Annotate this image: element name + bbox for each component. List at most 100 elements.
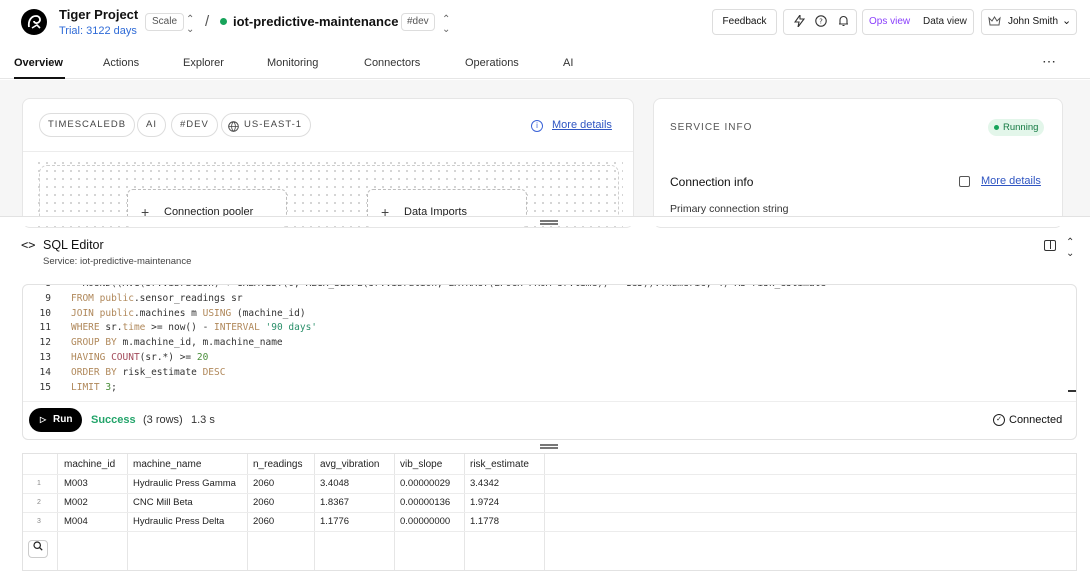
top-header: Tiger Project Trial: 3122 days Scale ⌃ ⌄ … — [0, 0, 1090, 44]
table-cell[interactable]: 1.1778 — [470, 516, 499, 527]
service-switcher-icon[interactable]: ⌃ ⌄ — [442, 15, 450, 35]
grip-icon — [540, 223, 558, 225]
editor-scrollbar[interactable] — [1068, 390, 1076, 392]
plan-badge: Scale — [145, 13, 185, 31]
help-icon[interactable]: ? — [815, 15, 827, 30]
row-divider — [23, 512, 1076, 513]
table-cell[interactable]: 3.4342 — [470, 478, 499, 489]
connection-more-details-link[interactable]: More details — [981, 175, 1041, 187]
table-cell[interactable]: 0.00000136 — [400, 497, 450, 508]
table-cell[interactable]: M003 — [64, 478, 88, 489]
code-text: ROUND((AVG(sr.vibration) + GREATEST(0, R… — [71, 285, 826, 289]
tab-ai[interactable]: AI — [563, 57, 573, 69]
tiger-logo-icon[interactable] — [21, 9, 47, 35]
tab-monitoring[interactable]: Monitoring — [267, 57, 318, 69]
column-header-machine-name[interactable]: machine_name — [133, 459, 201, 470]
code-text: WHERE sr.time >= now() - INTERVAL '90 da… — [71, 322, 318, 334]
panel-layout-icon[interactable] — [1044, 240, 1056, 251]
project-switcher-icon[interactable]: ⌃ ⌄ — [186, 15, 194, 35]
sql-editor[interactable]: 8 ROUND((AVG(sr.vibration) + GREATEST(0,… — [22, 284, 1077, 440]
tab-operations[interactable]: Operations — [465, 57, 519, 69]
sql-editor-service: Service: iot-predictive-maintenance — [43, 256, 192, 267]
search-icon[interactable] — [28, 540, 48, 558]
service-status-dot-icon — [220, 18, 227, 25]
more-details-link[interactable]: More details — [552, 119, 612, 131]
table-cell[interactable]: 3.4048 — [320, 478, 349, 489]
crown-icon — [988, 15, 1001, 30]
table-cell[interactable]: 0.00000000 — [400, 516, 450, 527]
more-menu-icon[interactable]: ⋯ — [1042, 53, 1056, 70]
trial-days: Trial: 3122 days — [59, 25, 137, 37]
row-count: (3 rows) — [143, 414, 183, 426]
grip-icon — [540, 447, 558, 449]
line-number: 9 — [45, 292, 51, 304]
column-header-n-readings[interactable]: n_readings — [253, 459, 302, 470]
grip-icon — [540, 444, 558, 446]
column-header-risk-estimate[interactable]: risk_estimate — [470, 459, 529, 470]
bell-icon[interactable] — [838, 15, 849, 30]
connection-info-title: Connection info — [670, 175, 754, 189]
data-view-tab[interactable]: Data view — [923, 16, 967, 27]
project-name[interactable]: Tiger Project — [59, 7, 138, 22]
code-text: HAVING COUNT(sr.*) >= 20 — [71, 352, 209, 363]
tag-region-label: US-EAST-1 — [244, 119, 303, 130]
user-menu-button[interactable]: John Smith ⌄ — [981, 9, 1077, 35]
card-divider — [23, 151, 633, 152]
lightning-icon[interactable] — [793, 13, 806, 30]
primary-connection-label: Primary connection string — [670, 203, 789, 215]
row-divider — [23, 493, 1076, 494]
play-icon: ▷ — [40, 415, 47, 424]
service-name[interactable]: iot-predictive-maintenance — [233, 14, 398, 29]
table-cell[interactable]: Hydraulic Press Gamma — [133, 478, 236, 489]
env-badge: #dev — [401, 13, 435, 31]
table-cell[interactable]: CNC Mill Beta — [133, 497, 193, 508]
line-number: 10 — [39, 307, 51, 319]
run-button[interactable]: ▷ Run — [29, 408, 82, 432]
user-name: John Smith — [1008, 16, 1059, 27]
row-divider — [23, 474, 1076, 475]
table-cell[interactable]: Hydraulic Press Delta — [133, 516, 224, 527]
view-toggle: Ops view Data view — [862, 9, 974, 35]
row-number: 2 — [37, 499, 41, 506]
tag-ai: AI — [137, 113, 166, 137]
check-circle-icon: ✓ — [993, 414, 1005, 426]
code-text: FROM public.sensor_readings sr — [71, 292, 243, 304]
results-table: machine_id machine_name n_readings avg_v… — [22, 453, 1077, 571]
table-cell[interactable]: 0.00000029 — [400, 478, 450, 489]
sql-editor-title: SQL Editor — [43, 238, 104, 252]
table-cell[interactable]: M002 — [64, 497, 88, 508]
query-status: Success — [91, 414, 136, 426]
grip-icon — [540, 220, 558, 222]
table-cell[interactable]: 1.1776 — [320, 516, 349, 527]
ops-view-tab[interactable]: Ops view — [869, 16, 910, 27]
globe-icon — [228, 119, 239, 141]
collapse-chevron-icon[interactable]: ⌃ ⌄ — [1066, 237, 1074, 259]
tab-actions[interactable]: Actions — [103, 57, 139, 69]
table-cell[interactable]: 1.8367 — [320, 497, 349, 508]
tab-connectors[interactable]: Connectors — [364, 57, 420, 69]
tab-overview[interactable]: Overview — [14, 57, 63, 69]
column-header-avg-vibration[interactable]: avg_vibration — [320, 459, 379, 470]
feedback-button[interactable]: Feedback — [712, 9, 777, 35]
tab-explorer[interactable]: Explorer — [183, 57, 224, 69]
results-resize-handle[interactable] — [0, 440, 1090, 453]
column-header-vib-slope[interactable]: vib_slope — [400, 459, 442, 470]
table-cell[interactable]: 2060 — [253, 478, 274, 489]
code-text: LIMIT 3; — [71, 381, 117, 393]
table-cell[interactable]: 2060 — [253, 497, 274, 508]
connection-status: Connected — [1009, 414, 1063, 426]
active-tab-indicator — [14, 77, 65, 79]
column-header-machine-id[interactable]: machine_id — [64, 459, 115, 470]
table-cell[interactable]: 2060 — [253, 516, 274, 527]
table-cell[interactable]: 1.9724 — [470, 497, 499, 508]
table-cell[interactable]: M004 — [64, 516, 88, 527]
header-icon-group: ? — [783, 9, 857, 35]
code-area[interactable]: 8 ROUND((AVG(sr.vibration) + GREATEST(0,… — [23, 285, 1076, 401]
line-number: 13 — [39, 352, 51, 363]
code-text: ORDER BY risk_estimate DESC — [71, 366, 226, 378]
panel-resize-handle[interactable] — [0, 216, 1090, 226]
line-number: 12 — [39, 337, 51, 349]
run-button-label: Run — [53, 414, 73, 425]
tag-region: US-EAST-1 — [221, 113, 312, 137]
run-toolbar: ▷ Run Success (3 rows) 1.3 s ✓ Connected — [23, 401, 1076, 439]
